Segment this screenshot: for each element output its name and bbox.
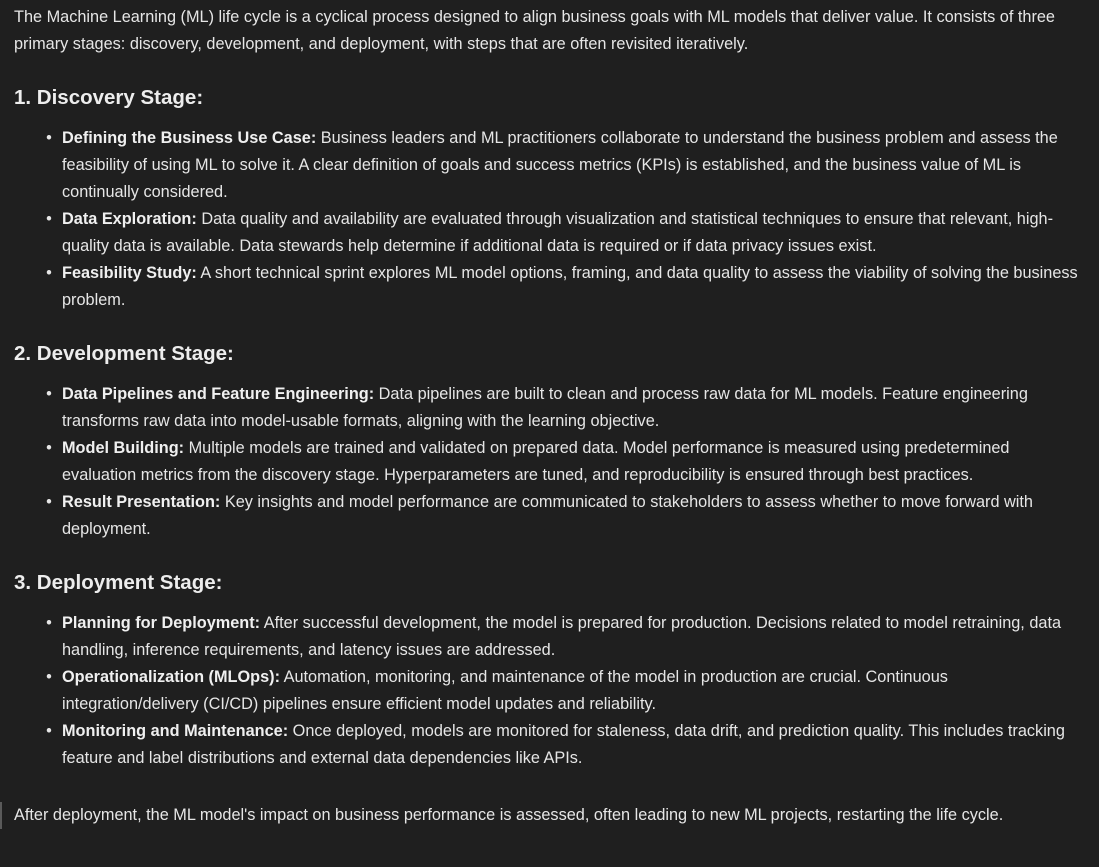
list-item: • Planning for Deployment: After successf… — [14, 610, 1085, 664]
list-item: • Result Presentation: Key insights and m… — [14, 489, 1085, 543]
intro-paragraph: The Machine Learning (ML) life cycle is … — [14, 8, 1055, 53]
item-term: Operationalization (MLOps): — [62, 668, 280, 686]
section-heading-deployment: 3. Deployment Stage: — [14, 571, 223, 594]
item-term: Defining the Business Use Case: — [62, 129, 317, 147]
item-term: Data Pipelines and Feature Engineering: — [62, 385, 375, 403]
discovery-list: • Defining the Business Use Case: Busines… — [14, 125, 1085, 314]
item-term: Feasibility Study: — [62, 264, 197, 282]
bullet-icon: • — [46, 439, 52, 457]
bullet-icon: • — [46, 385, 52, 403]
bullet-icon: • — [46, 210, 52, 228]
list-item: • Monitoring and Maintenance: Once deploy… — [14, 718, 1085, 772]
closing-paragraph: After deployment, the ML model's impact … — [14, 806, 1004, 824]
list-item: • Operationalization (MLOps): Automation,… — [14, 664, 1085, 718]
closing-quote: After deployment, the ML model's impact … — [0, 802, 1094, 829]
item-text: A short technical sprint explores ML mod… — [62, 264, 1078, 309]
list-item: • Feasibility Study: A short technical sp… — [14, 260, 1085, 314]
section-heading-development: 2. Development Stage: — [14, 342, 234, 365]
item-text: Data quality and availability are evalua… — [62, 210, 1053, 255]
bullet-icon: • — [46, 614, 52, 632]
item-term: Result Presentation: — [62, 493, 221, 511]
item-term: Monitoring and Maintenance: — [62, 722, 289, 740]
bullet-icon: • — [46, 493, 52, 511]
item-term: Model Building: — [62, 439, 185, 457]
bullet-icon: • — [46, 264, 52, 282]
list-item: • Data Exploration: Data quality and avai… — [14, 206, 1085, 260]
deployment-list: • Planning for Deployment: After successf… — [14, 610, 1085, 772]
section-heading-discovery: 1. Discovery Stage: — [14, 86, 204, 109]
list-item: • Model Building: Multiple models are tra… — [14, 435, 1085, 489]
item-text: Multiple models are trained and validate… — [62, 439, 1010, 484]
development-list: • Data Pipelines and Feature Engineering:… — [14, 381, 1085, 543]
bullet-icon: • — [46, 668, 52, 686]
document-body: The Machine Learning (ML) life cycle is … — [14, 4, 1085, 867]
item-term: Planning for Deployment: — [62, 614, 261, 632]
list-item: • Data Pipelines and Feature Engineering:… — [14, 381, 1085, 435]
bullet-icon: • — [46, 722, 52, 740]
item-term: Data Exploration: — [62, 210, 197, 228]
list-item: • Defining the Business Use Case: Busines… — [14, 125, 1085, 206]
bullet-icon: • — [46, 129, 52, 147]
